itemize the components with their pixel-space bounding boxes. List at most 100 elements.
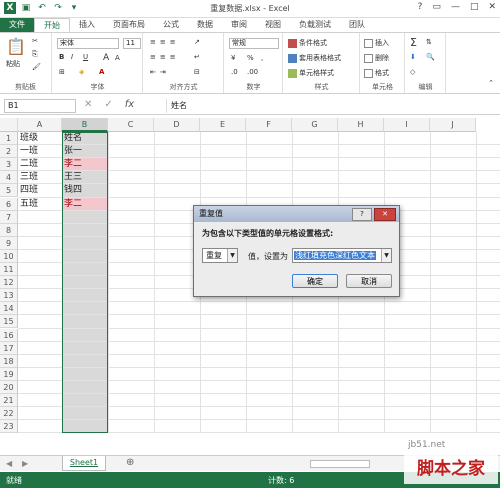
tab-load-test[interactable]: 负载测试: [290, 18, 340, 32]
cell-a6[interactable]: 五班: [18, 198, 61, 210]
close-button[interactable]: ✕: [488, 2, 496, 12]
row-header[interactable]: 6: [0, 197, 18, 211]
row-header[interactable]: 19: [0, 367, 18, 381]
indent-icons[interactable]: ⇤⇥: [150, 68, 170, 76]
column-header-i[interactable]: I: [384, 118, 430, 132]
maximize-button[interactable]: □: [470, 2, 479, 12]
wrap-text-icon[interactable]: ↵: [194, 53, 200, 61]
paste-icon[interactable]: 📋: [6, 37, 26, 56]
column-header-g[interactable]: G: [292, 118, 338, 132]
horizontal-align-icons[interactable]: ≡≡≡: [150, 53, 180, 61]
new-sheet-button[interactable]: ⊕: [126, 457, 134, 468]
decrease-decimal-icon[interactable]: .00: [247, 68, 258, 76]
delete-cells-button[interactable]: 删除: [364, 53, 389, 63]
insert-cells-button[interactable]: 插入: [364, 38, 389, 48]
sheet-tab-sheet1[interactable]: Sheet1: [62, 456, 106, 471]
cell-a2[interactable]: 一班: [18, 145, 61, 157]
row-header[interactable]: 3: [0, 158, 18, 172]
borders-icon[interactable]: ⊞: [59, 68, 65, 76]
underline-button[interactable]: U: [83, 53, 88, 61]
select-all-corner[interactable]: [0, 118, 18, 132]
column-header-e[interactable]: E: [200, 118, 246, 132]
row-header[interactable]: 9: [0, 236, 18, 250]
cell-a1[interactable]: 班级: [18, 132, 61, 144]
column-header-c[interactable]: C: [108, 118, 154, 132]
row-header[interactable]: 1: [0, 132, 18, 146]
tab-data[interactable]: 数据: [188, 18, 222, 32]
orientation-icon[interactable]: ↗: [194, 38, 200, 46]
column-header-a[interactable]: A: [18, 118, 62, 132]
row-header[interactable]: 12: [0, 276, 18, 290]
row-header[interactable]: 22: [0, 407, 18, 421]
row-header[interactable]: 11: [0, 263, 18, 277]
grow-font-button[interactable]: A: [103, 53, 109, 63]
row-header[interactable]: 17: [0, 341, 18, 355]
insert-function-icon[interactable]: fx: [125, 99, 134, 113]
tab-team[interactable]: 团队: [340, 18, 374, 32]
row-header[interactable]: 23: [0, 420, 18, 434]
row-header[interactable]: 20: [0, 380, 18, 394]
row-header[interactable]: 5: [0, 184, 18, 198]
duplicate-type-select[interactable]: 重复 ▼: [202, 248, 238, 263]
column-header-f[interactable]: F: [246, 118, 292, 132]
row-header[interactable]: 10: [0, 249, 18, 263]
column-header-h[interactable]: H: [338, 118, 384, 132]
horizontal-scrollbar[interactable]: [310, 460, 370, 468]
sheet-nav-next-icon[interactable]: ▶: [22, 459, 28, 468]
row-header[interactable]: 7: [0, 210, 18, 224]
tab-insert[interactable]: 插入: [70, 18, 104, 32]
cell-a4[interactable]: 三班: [18, 171, 61, 183]
row-header[interactable]: 15: [0, 315, 18, 329]
fill-color-icon[interactable]: ◈: [79, 68, 84, 76]
help-button[interactable]: ?: [418, 2, 423, 12]
confirm-entry-icon[interactable]: ✓: [104, 99, 112, 113]
paste-button[interactable]: 粘贴: [6, 59, 20, 69]
column-header-b[interactable]: B: [62, 118, 108, 132]
font-name-combo[interactable]: 宋体: [57, 38, 119, 49]
format-style-select[interactable]: 浅红填充色深红色文本 ▼: [292, 248, 392, 263]
vertical-align-icons[interactable]: ≡≡≡: [150, 38, 180, 46]
sort-filter-icon[interactable]: ⇅: [426, 38, 432, 46]
tab-view[interactable]: 视图: [256, 18, 290, 32]
format-painter-icon[interactable]: 🖌: [32, 63, 41, 71]
increase-decimal-icon[interactable]: .0: [231, 68, 238, 76]
tab-formulas[interactable]: 公式: [154, 18, 188, 32]
minimize-button[interactable]: —: [451, 2, 460, 12]
bold-button[interactable]: B: [59, 53, 64, 61]
cell-styles-button[interactable]: 单元格样式: [288, 68, 334, 78]
tab-review[interactable]: 审阅: [222, 18, 256, 32]
cell-a5[interactable]: 四班: [18, 184, 61, 196]
row-header[interactable]: 18: [0, 354, 18, 368]
number-format-combo[interactable]: 常规: [229, 38, 279, 49]
row-header[interactable]: 13: [0, 289, 18, 303]
tab-file[interactable]: 文件: [0, 18, 34, 32]
row-header[interactable]: 4: [0, 171, 18, 185]
dialog-help-button[interactable]: ?: [352, 208, 372, 221]
formula-input[interactable]: 姓名: [166, 99, 496, 113]
column-header-j[interactable]: J: [430, 118, 476, 132]
sheet-nav-prev-icon[interactable]: ◀: [6, 459, 12, 468]
row-header[interactable]: 14: [0, 302, 18, 316]
shrink-font-button[interactable]: A: [115, 54, 120, 62]
format-cells-button[interactable]: 格式: [364, 68, 389, 78]
row-header[interactable]: 8: [0, 223, 18, 237]
column-header-d[interactable]: D: [154, 118, 200, 132]
tab-home[interactable]: 开始: [34, 18, 70, 32]
merge-center-icon[interactable]: ⊟: [194, 68, 200, 76]
cell-a3[interactable]: 二班: [18, 158, 61, 170]
ok-button[interactable]: 确定: [292, 274, 338, 288]
percent-button[interactable]: %: [247, 54, 254, 62]
row-header[interactable]: 16: [0, 328, 18, 342]
format-as-table-button[interactable]: 套用表格格式: [288, 53, 341, 63]
find-select-icon[interactable]: 🔍: [426, 53, 435, 61]
comma-button[interactable]: ,: [261, 54, 263, 62]
accounting-format-icon[interactable]: ¥: [231, 54, 235, 62]
row-header[interactable]: 21: [0, 394, 18, 408]
cut-icon[interactable]: ✂: [32, 37, 38, 45]
copy-icon[interactable]: ⎘: [32, 50, 38, 59]
clear-icon[interactable]: ◇: [410, 68, 415, 76]
conditional-formatting-button[interactable]: 条件格式: [288, 38, 327, 48]
name-box[interactable]: B1: [4, 99, 76, 113]
font-size-combo[interactable]: 11: [123, 38, 141, 49]
cancel-entry-icon[interactable]: ✕: [84, 99, 92, 113]
